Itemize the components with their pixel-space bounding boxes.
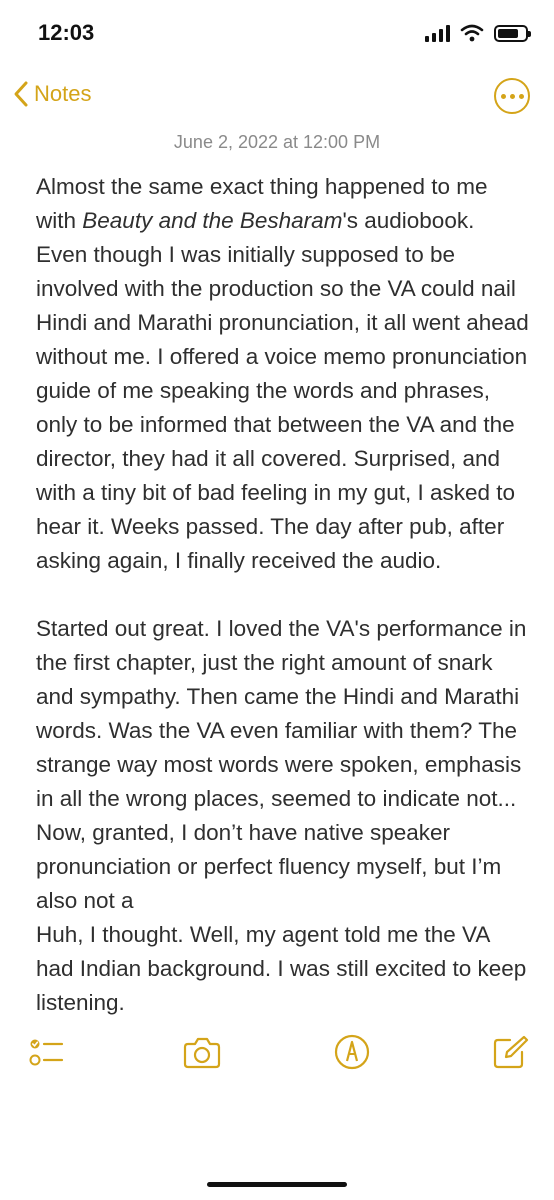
home-indicator: [207, 1182, 347, 1187]
note-date: June 2, 2022 at 12:00 PM: [173, 132, 381, 152]
checklist-icon[interactable]: [26, 1032, 66, 1072]
back-button-label: Notes: [34, 81, 92, 106]
navigation-bar: Notes: [0, 76, 554, 122]
battery-icon: [494, 24, 531, 42]
status-icons: [425, 22, 531, 44]
markup-pen-icon[interactable]: [332, 1032, 372, 1072]
compose-icon[interactable]: [490, 1032, 530, 1072]
wifi-icon: [460, 24, 484, 42]
back-button[interactable]: Notes: [12, 80, 91, 108]
note-paragraph-2: Started out great. I loved the VA's perf…: [36, 616, 527, 913]
note-body[interactable]: Almost the same exact thing happened to …: [36, 170, 530, 1054]
note-paragraph-1: Almost the same exact thing happened to …: [36, 170, 530, 578]
camera-icon[interactable]: [182, 1032, 222, 1072]
note-text: 's audiobook. Even though I was initiall…: [36, 208, 529, 573]
chevron-left-icon: [14, 81, 28, 107]
note-paragraph-3: Huh, I thought. Well, my agent told me t…: [36, 922, 527, 1015]
bottom-toolbar: [0, 1018, 554, 1098]
battery-level: [498, 28, 518, 38]
cellular-signal-icon: [425, 24, 450, 42]
status-bar: 12:03: [0, 0, 554, 68]
book-title: Beauty and the Besharam: [82, 208, 343, 233]
ellipsis-circle-icon[interactable]: [494, 78, 530, 114]
status-time: 12:03: [38, 20, 95, 45]
